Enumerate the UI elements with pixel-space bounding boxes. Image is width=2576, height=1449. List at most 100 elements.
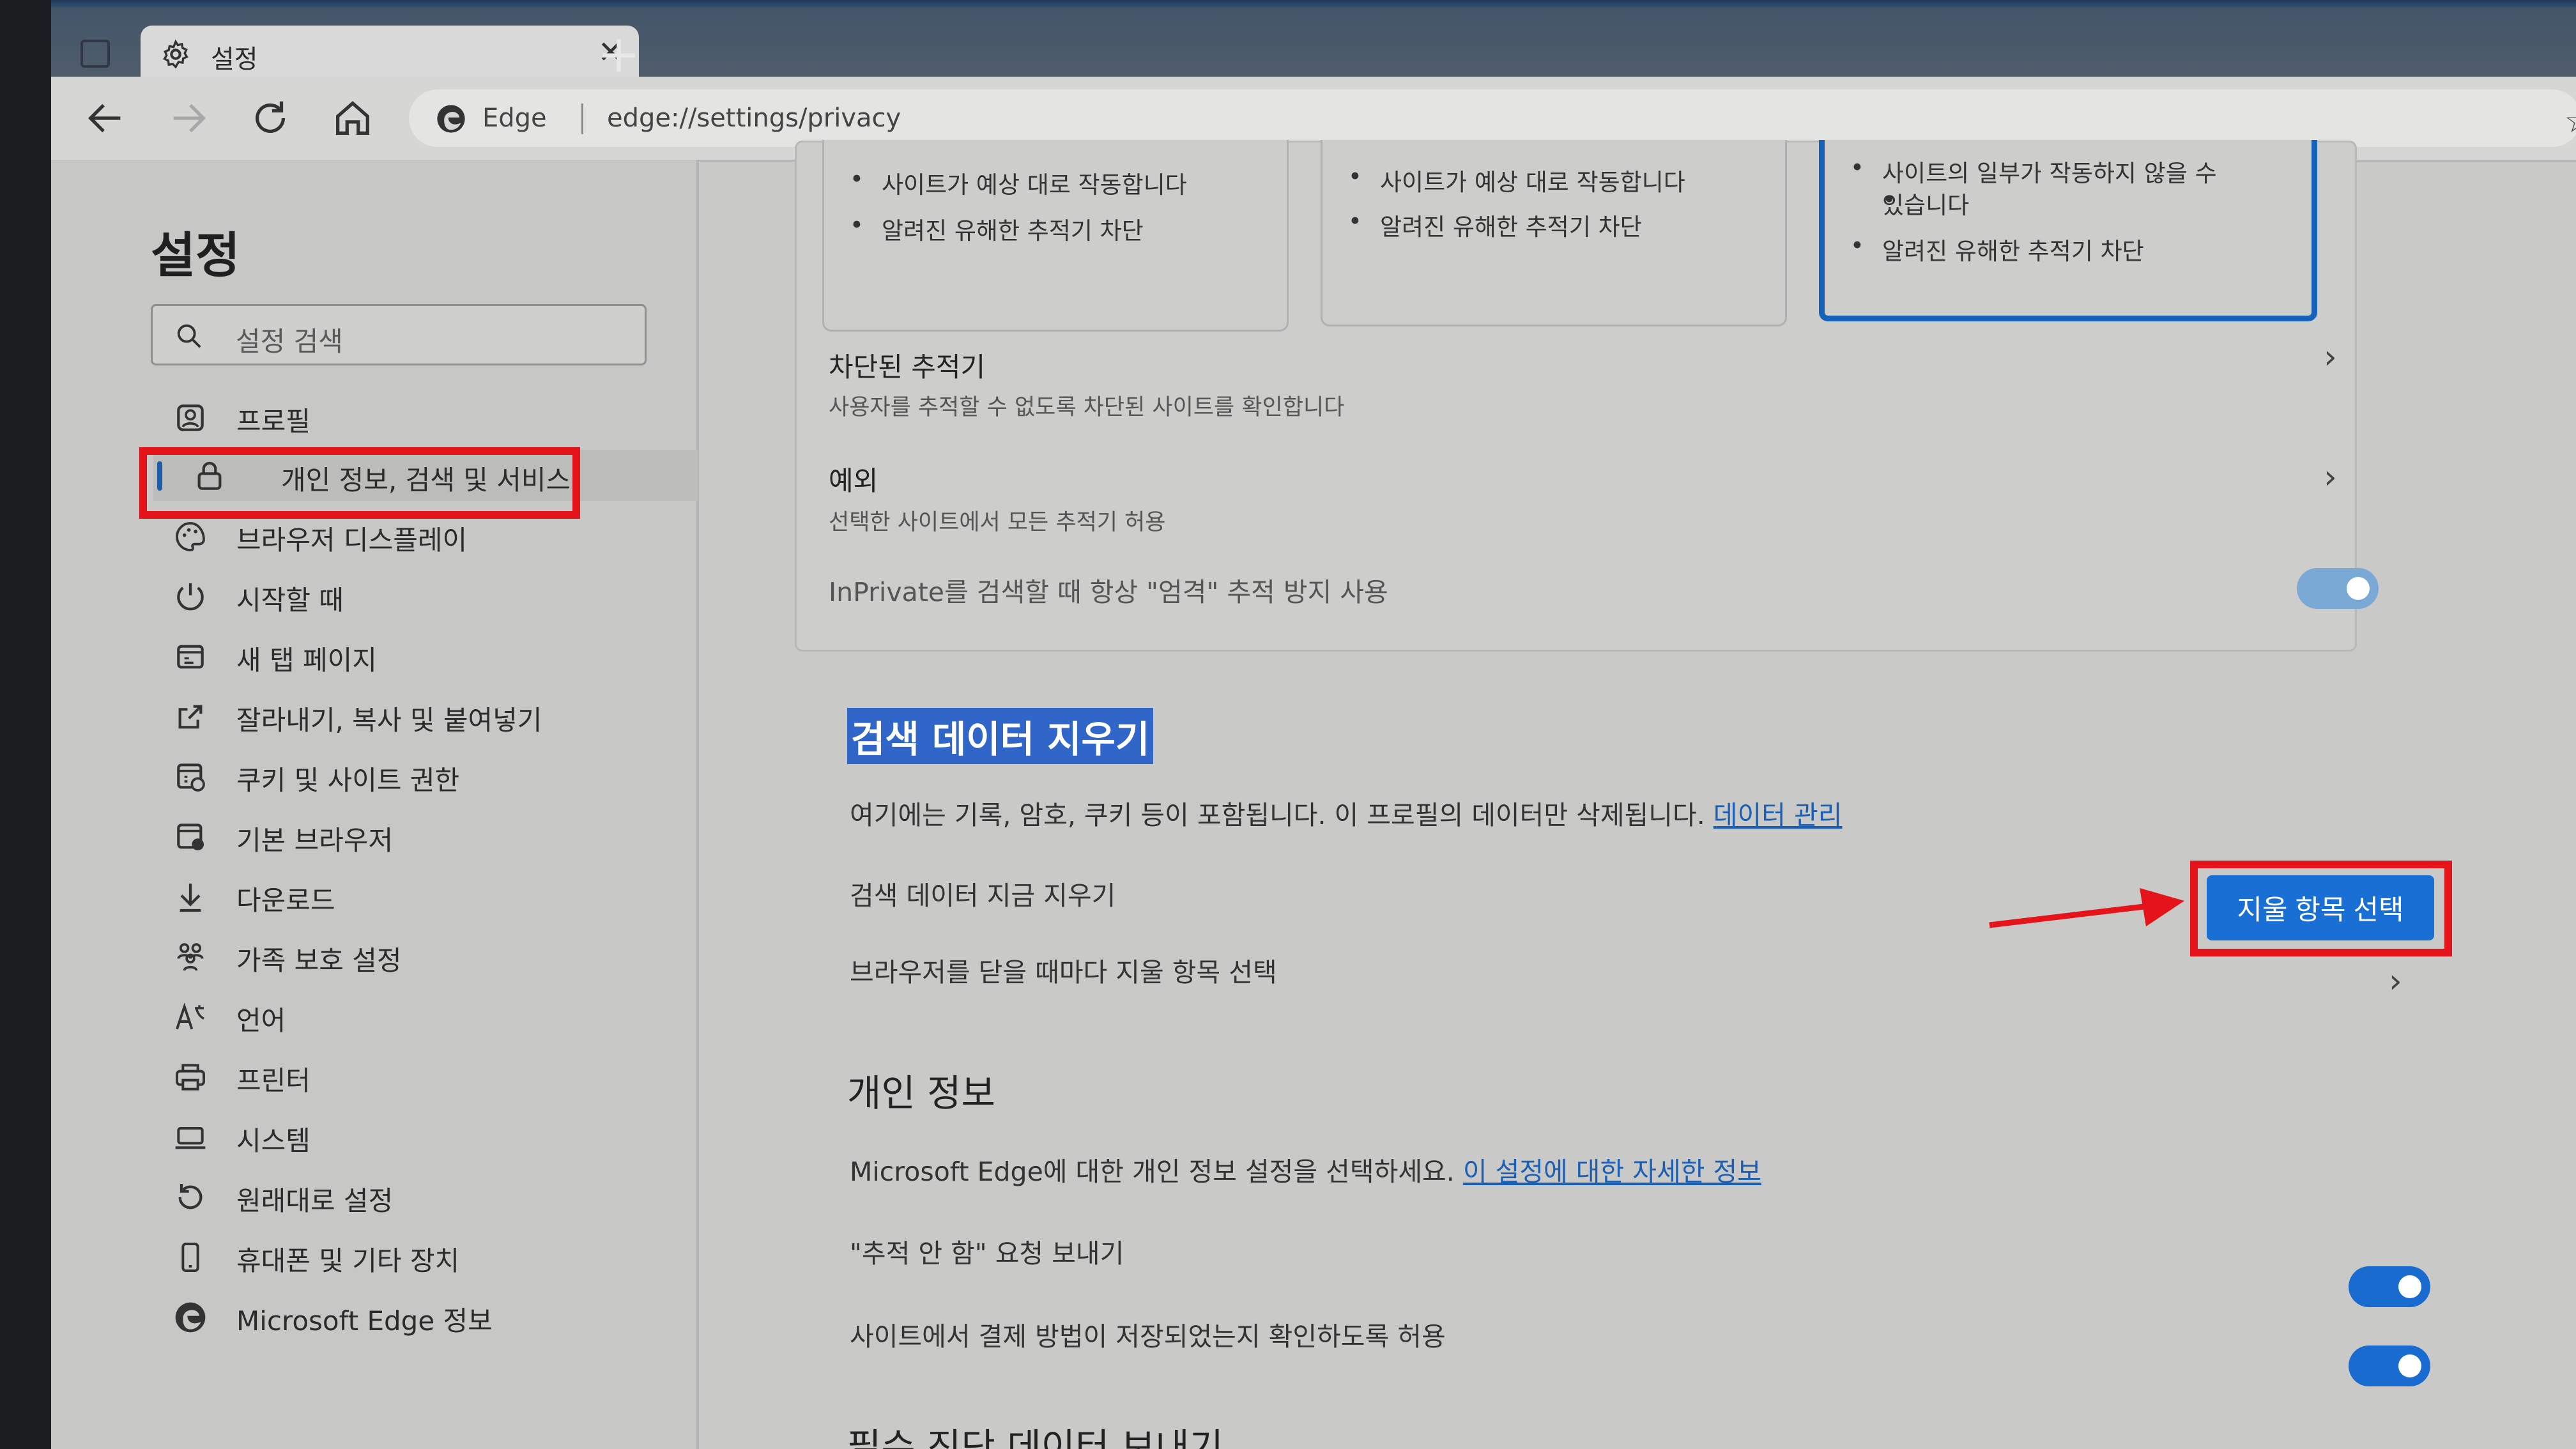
sidebar-item-reset[interactable]: 원래대로 설정 xyxy=(172,1170,703,1222)
cookie-icon xyxy=(177,763,205,792)
address-separator xyxy=(581,103,583,134)
toggle-knob xyxy=(2347,577,2370,600)
settings-sidebar: 설정 설정 검색 프로필 개인 정보, 검색 및 서비스 브라우저 디스플레이 … xyxy=(51,160,699,1449)
sidebar-item-printers[interactable]: 프린터 xyxy=(172,1050,703,1101)
tracking-mode-basic[interactable]: 사이트가 예상 대로 작동합니다 알려진 유해한 추적기 차단 xyxy=(822,140,1289,332)
clear-now-label: 검색 데이터 지금 지우기 xyxy=(850,880,1116,911)
printer-icon xyxy=(176,1064,205,1091)
tracking-mode-strict[interactable]: 사이트의 일부가 작동하지 않을 수 있습니다 알려진 유해한 추적기 차단 xyxy=(1819,140,2317,321)
new-tab-icon xyxy=(177,645,204,669)
inprivate-strict-label: InPrivate를 검색할 때 항상 "엄격" 추적 방지 사용 xyxy=(829,577,1388,608)
back-button[interactable] xyxy=(83,96,128,141)
privacy-heading: 개인 정보 xyxy=(847,1071,995,1115)
clear-data-description-text: 여기에는 기록, 암호, 쿠키 등이 포함됩니다. 이 프로필의 데이터만 삭제… xyxy=(850,800,1705,831)
payment-check-toggle[interactable] xyxy=(2349,1346,2430,1386)
sidebar-item-label: 브라우저 디스플레이 xyxy=(236,525,468,556)
tracking-mode-balanced[interactable]: 사이트가 예상 대로 작동합니다 알려진 유해한 추적기 차단 xyxy=(1321,140,1787,326)
tab-title: 설정 xyxy=(211,45,258,74)
profile-icon xyxy=(177,404,204,431)
sidebar-item-share-copy-paste[interactable]: 잘라내기, 복사 및 붙여넣기 xyxy=(172,690,703,741)
sidebar-item-label: 프로필 xyxy=(236,406,310,437)
sidebar-item-label: 시스템 xyxy=(236,1125,310,1156)
annotation-arrow-icon xyxy=(1989,888,2184,928)
bullet-text: 알려진 유해한 추적기 차단 xyxy=(850,211,1144,246)
browser-window: 설정 ✕ + Edge edge://settings/privacy ☆ xyxy=(51,0,2576,1449)
sidebar-item-about[interactable]: Microsoft Edge 정보 xyxy=(172,1291,703,1342)
address-url[interactable]: edge://settings/privacy xyxy=(607,103,901,133)
home-icon xyxy=(336,101,369,135)
family-icon xyxy=(177,943,204,971)
annotation-highlight-box xyxy=(139,447,580,519)
exceptions-desc: 선택한 사이트에서 모든 추적기 허용 xyxy=(829,510,1166,535)
sidebar-item-label: 가족 보호 설정 xyxy=(236,945,402,976)
inprivate-strict-toggle[interactable] xyxy=(2297,568,2379,609)
bullet-text: 알려진 유해한 추적기 차단 xyxy=(1850,232,2144,266)
exceptions-title: 예외 xyxy=(829,465,878,496)
choose-what-to-clear-button[interactable]: 지울 항목 선택 xyxy=(2207,875,2434,940)
refresh-button[interactable] xyxy=(248,96,293,141)
arrow-left-icon xyxy=(88,103,121,133)
gear-icon xyxy=(163,39,188,69)
search-placeholder: 설정 검색 xyxy=(236,326,343,357)
tab-settings[interactable]: 설정 ✕ xyxy=(141,26,639,79)
title-bar: 설정 ✕ + xyxy=(51,0,2576,83)
new-tab-icon[interactable]: + xyxy=(597,26,640,83)
blocked-trackers-desc: 사용자를 추적할 수 없도록 차단된 사이트를 확인합니다 xyxy=(829,395,1345,420)
sidebar-item-label: 휴대폰 및 기타 장치 xyxy=(236,1245,460,1276)
manage-data-link[interactable]: 데이터 관리 xyxy=(1713,800,1843,831)
palette-icon xyxy=(176,522,205,551)
sidebar-item-label: 기본 브라우저 xyxy=(236,825,394,856)
language-icon xyxy=(176,1002,204,1030)
sidebar-item-family[interactable]: 가족 보호 설정 xyxy=(172,930,703,981)
sidebar-item-label: 다운로드 xyxy=(236,885,335,916)
bullet-text: 사이트가 예상 대로 작동합니다 xyxy=(1348,163,1685,197)
toggle-knob xyxy=(2398,1275,2421,1298)
payment-check-label: 사이트에서 결제 방법이 저장되었는지 확인하도록 허용 xyxy=(850,1321,1446,1352)
share-icon xyxy=(178,705,203,729)
search-input[interactable]: 설정 검색 xyxy=(151,304,647,365)
arrow-right-icon xyxy=(173,103,206,133)
home-button[interactable] xyxy=(330,96,375,141)
forward-button[interactable] xyxy=(166,96,211,141)
download-icon xyxy=(180,884,201,912)
chevron-right-icon: › xyxy=(2324,338,2337,376)
sidebar-title: 설정 xyxy=(151,227,240,284)
sidebar-item-startup[interactable]: 시작할 때 xyxy=(172,570,703,621)
sidebar-item-label: 잘라내기, 복사 및 붙여넣기 xyxy=(236,705,542,736)
clear-data-description: 여기에는 기록, 암호, 쿠키 등이 포함됩니다. 이 프로필의 데이터만 삭제… xyxy=(850,793,1842,832)
settings-main: 사이트가 예상 대로 작동합니다 알려진 유해한 추적기 차단 사이트가 예상 … xyxy=(699,140,2576,1449)
power-icon xyxy=(177,583,204,611)
default-browser-icon xyxy=(177,824,204,850)
sidebar-item-system[interactable]: 시스템 xyxy=(172,1110,703,1162)
sidebar-item-label: 시작할 때 xyxy=(236,585,344,616)
sidebar-item-default-browser[interactable]: 기본 브라우저 xyxy=(172,810,703,861)
sidebar-item-label: 원래대로 설정 xyxy=(236,1185,394,1216)
tab-actions-icon[interactable] xyxy=(80,40,110,68)
bullet-text: 사이트의 일부가 작동하지 않을 수 xyxy=(1850,154,2217,188)
toggle-knob xyxy=(2398,1354,2421,1377)
clear-on-close-label: 브라우저를 닫을 때마다 지울 항목 선택 xyxy=(850,957,1277,988)
sidebar-item-phone[interactable]: 휴대폰 및 기타 장치 xyxy=(172,1230,703,1282)
tracking-prevention-card: 사이트가 예상 대로 작동합니다 알려진 유해한 추적기 차단 사이트가 예상 … xyxy=(795,140,2379,652)
sidebar-item-cookies[interactable]: 쿠키 및 사이트 권한 xyxy=(172,750,703,801)
sidebar-item-label: 언어 xyxy=(236,1005,286,1036)
sidebar-item-profile[interactable]: 프로필 xyxy=(172,391,703,442)
phone-icon xyxy=(181,1243,199,1272)
chevron-right-icon: › xyxy=(2389,962,2402,1000)
learn-more-link[interactable]: 이 설정에 대한 자세한 정보 xyxy=(1463,1156,1761,1187)
sidebar-item-downloads[interactable]: 다운로드 xyxy=(172,870,703,921)
privacy-description-text: Microsoft Edge에 대한 개인 정보 설정을 선택하세요. xyxy=(850,1156,1455,1187)
sidebar-item-languages[interactable]: 언어 xyxy=(172,990,703,1041)
system-icon xyxy=(175,1127,206,1149)
clear-data-heading: 검색 데이터 지우기 xyxy=(847,708,1154,764)
sidebar-item-label: 쿠키 및 사이트 권한 xyxy=(236,765,460,796)
favorite-star-icon[interactable]: ☆ xyxy=(2564,102,2576,141)
sidebar-item-label: 프린터 xyxy=(236,1065,310,1096)
do-not-track-toggle[interactable] xyxy=(2349,1266,2430,1307)
address-bar[interactable]: Edge edge://settings/privacy ☆ xyxy=(409,89,2576,147)
search-icon xyxy=(177,324,201,348)
bullet-text: 알려진 유해한 추적기 차단 xyxy=(1348,208,1642,242)
sidebar-item-new-tab[interactable]: 새 탭 페이지 xyxy=(172,630,703,681)
edge-icon xyxy=(175,1302,206,1333)
do-not-track-label: "추적 안 함" 요청 보내기 xyxy=(850,1238,1124,1269)
